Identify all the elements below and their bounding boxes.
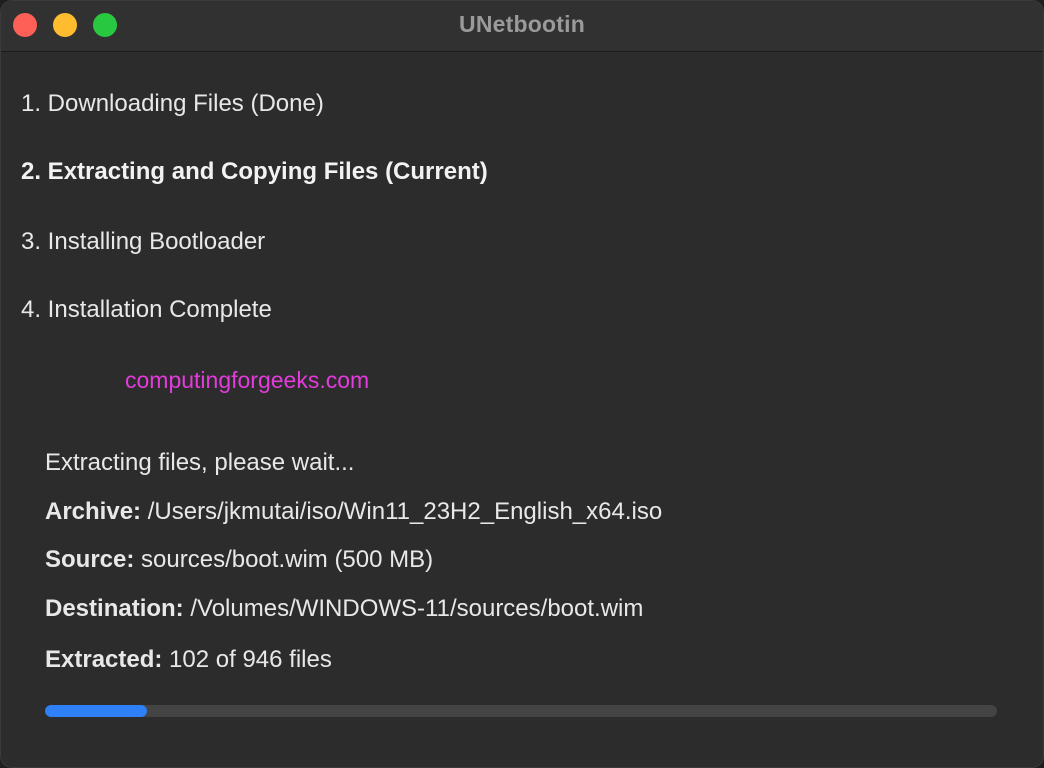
- destination-row: Destination: /Volumes/WINDOWS-11/sources…: [45, 595, 643, 623]
- title-bar: UNetbootin: [1, 1, 1043, 52]
- step-extracting-copying-files: 2. Extracting and Copying Files (Current…: [21, 158, 488, 185]
- archive-label: Archive:: [45, 498, 142, 525]
- destination-value: /Volumes/WINDOWS-11/sources/boot.wim: [190, 595, 644, 622]
- destination-label: Destination:: [45, 595, 184, 622]
- source-row: Source: sources/boot.wim (500 MB): [45, 546, 433, 574]
- extracted-label: Extracted:: [45, 646, 163, 673]
- status-message: Extracting files, please wait...: [45, 449, 355, 476]
- archive-row: Archive: /Users/jkmutai/iso/Win11_23H2_E…: [45, 498, 662, 526]
- step-installation-complete: 4. Installation Complete: [21, 296, 272, 323]
- archive-value: /Users/jkmutai/iso/Win11_23H2_English_x6…: [147, 498, 663, 525]
- window-title: UNetbootin: [459, 11, 585, 37]
- progress-fill: [45, 705, 147, 717]
- watermark-text: computingforgeeks.com: [125, 367, 370, 393]
- extracted-value: 102 of 946 files: [169, 646, 332, 673]
- source-label: Source:: [45, 546, 135, 573]
- extraction-progress-bar: [45, 705, 997, 717]
- extracted-row: Extracted: 102 of 946 files: [45, 646, 332, 674]
- unetbootin-window: UNetbootin 1. Downloading Files (Done) 2…: [0, 0, 1044, 768]
- step-downloading-files: 1. Downloading Files (Done): [21, 90, 324, 117]
- step-installing-bootloader: 3. Installing Bootloader: [21, 228, 266, 255]
- source-value: sources/boot.wim (500 MB): [141, 546, 434, 573]
